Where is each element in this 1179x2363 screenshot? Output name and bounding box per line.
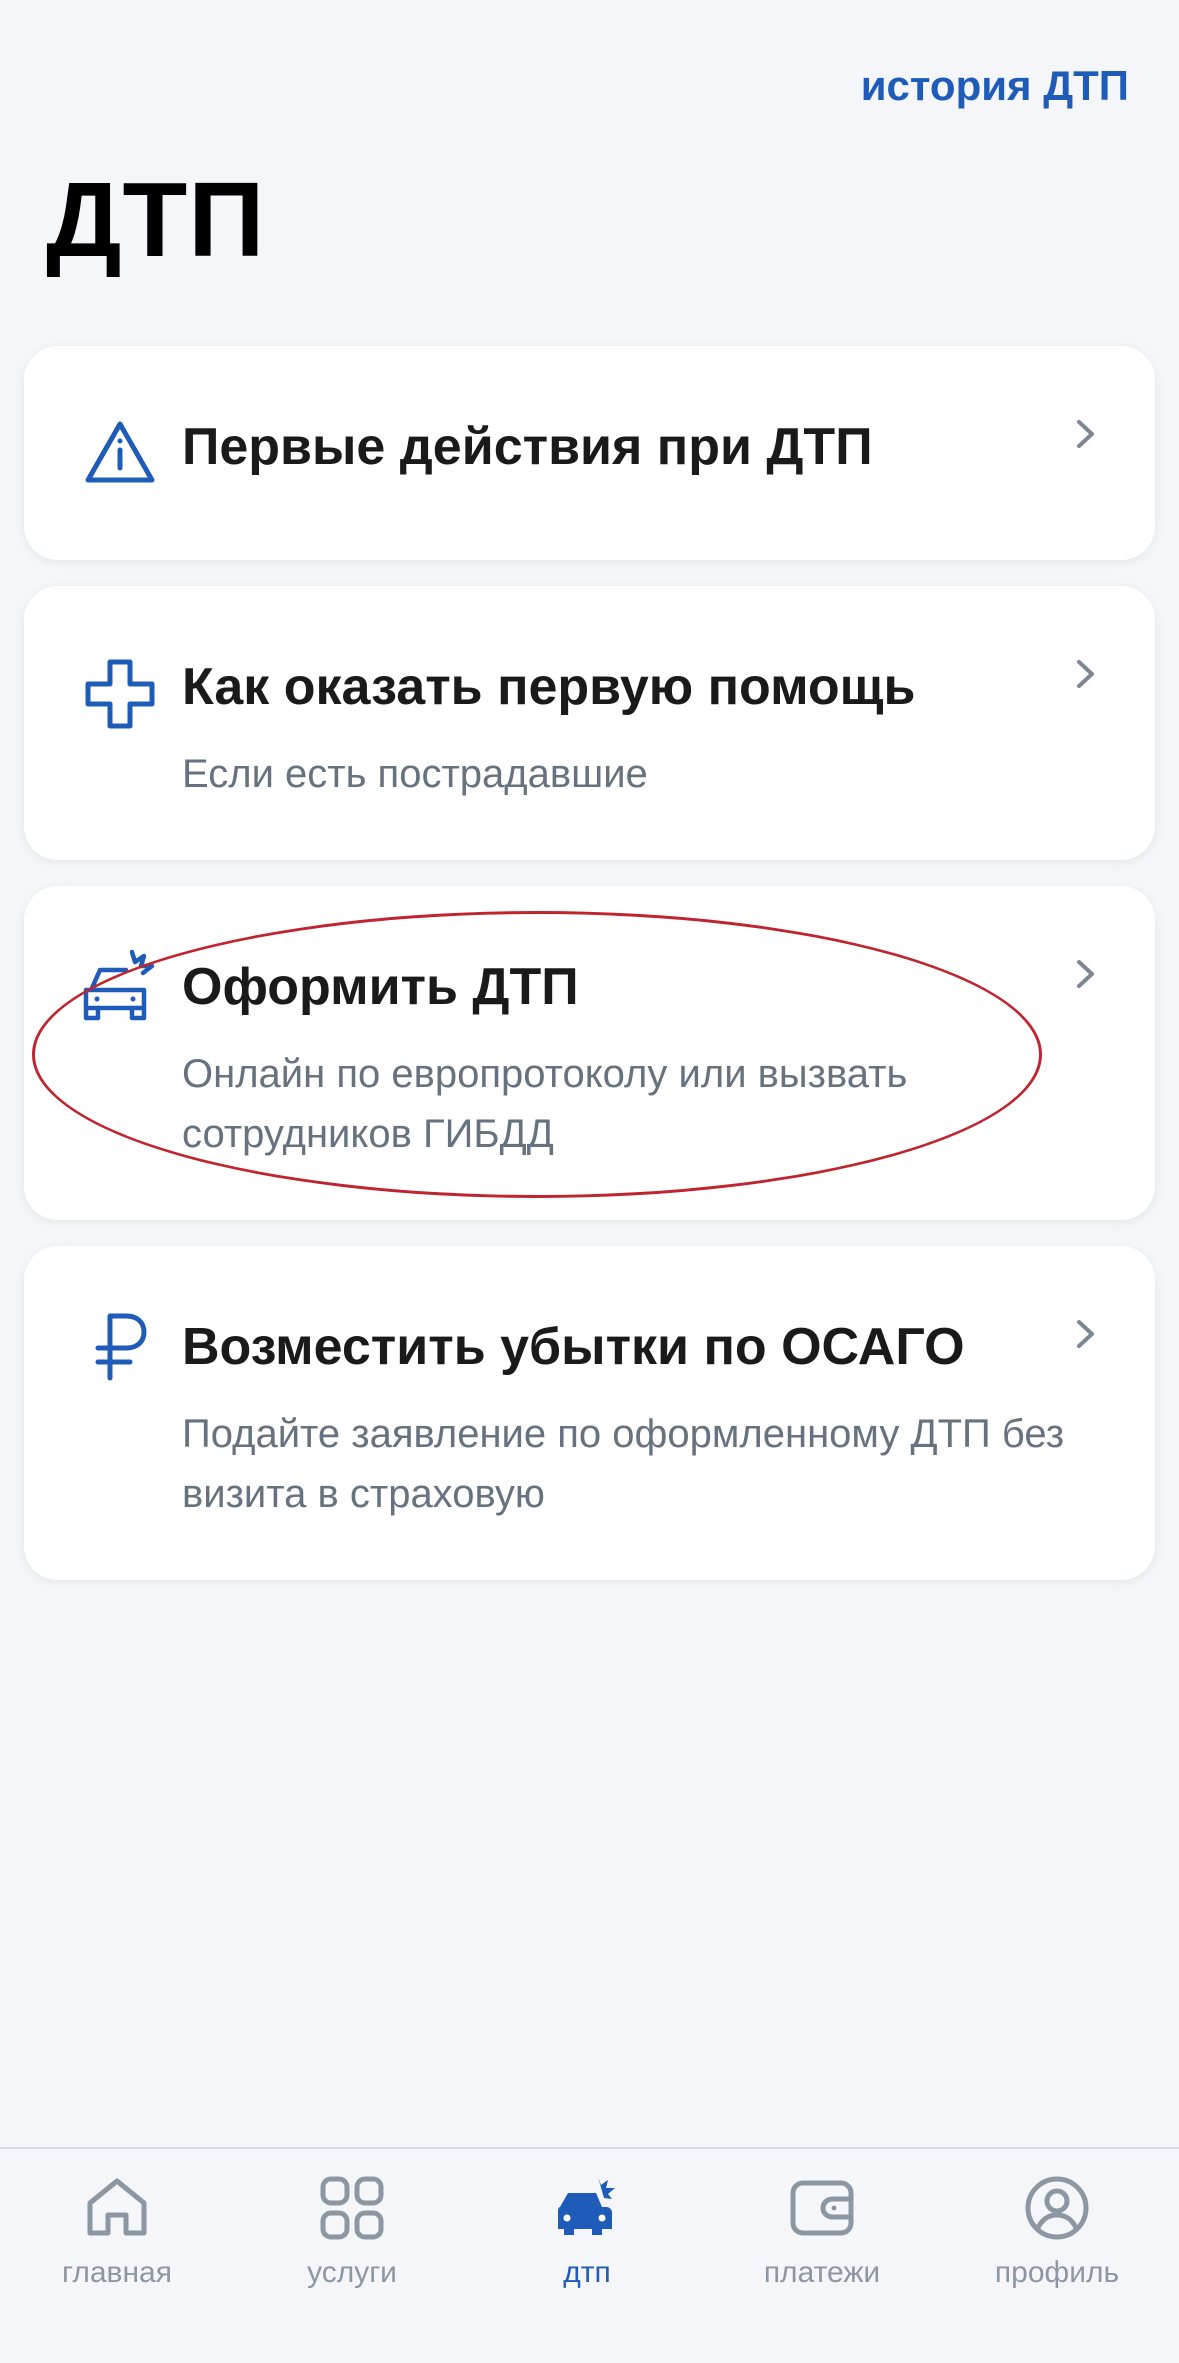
car-crash-icon — [552, 2173, 622, 2243]
tab-services[interactable]: услуги — [252, 2173, 452, 2323]
card-osago-compensation[interactable]: Возместить убытки по ОСАГО Подайте заявл… — [24, 1246, 1155, 1580]
card-title: Оформить ДТП — [182, 958, 579, 1016]
tab-profile[interactable]: профиль — [957, 2173, 1157, 2323]
tab-bar: главная услуги дтп платежи профиль — [0, 2147, 1179, 2363]
history-link[interactable]: история ДТП — [861, 60, 1129, 112]
wallet-icon — [787, 2173, 857, 2243]
medical-cross-icon — [80, 654, 160, 734]
card-first-aid[interactable]: Как оказать первую помощь Если есть пост… — [24, 586, 1155, 860]
tab-label: профиль — [994, 2256, 1120, 2289]
card-title: Возместить убытки по ОСАГО — [182, 1318, 965, 1376]
card-subtitle: Если есть пострадавшие — [182, 752, 648, 796]
card-title: Первые действия при ДТП — [182, 418, 873, 476]
card-title: Как оказать первую помощь — [182, 658, 916, 716]
page-title: ДТП — [46, 161, 266, 279]
card-subtitle: Подайте заявление по оформленному ДТП бе… — [182, 1412, 1065, 1516]
tab-label: услуги — [307, 2256, 397, 2289]
ruble-icon — [80, 1306, 160, 1386]
tab-label: главная — [62, 2256, 172, 2289]
chevron-right-icon — [1065, 654, 1105, 694]
tab-accident[interactable]: дтп — [487, 2173, 687, 2323]
tab-home[interactable]: главная — [17, 2173, 217, 2323]
card-register-accident[interactable]: Оформить ДТП Онлайн по европротоколу или… — [24, 886, 1155, 1220]
grid-icon — [317, 2173, 387, 2243]
card-first-actions[interactable]: Первые действия при ДТП — [24, 346, 1155, 560]
car-crash-icon — [80, 946, 160, 1026]
tab-label: дтп — [563, 2256, 611, 2289]
tab-label: платежи — [763, 2256, 881, 2289]
warning-triangle-icon — [80, 414, 160, 494]
chevron-right-icon — [1065, 414, 1105, 454]
chevron-right-icon — [1065, 954, 1105, 994]
chevron-right-icon — [1065, 1314, 1105, 1354]
screen: история ДТП ДТП Первые действия при ДТП … — [0, 0, 1179, 2363]
tab-payments[interactable]: платежи — [722, 2173, 922, 2323]
card-subtitle: Онлайн по европротоколу или вызвать сотр… — [182, 1052, 908, 1156]
home-icon — [82, 2173, 152, 2243]
profile-icon — [1022, 2173, 1092, 2243]
